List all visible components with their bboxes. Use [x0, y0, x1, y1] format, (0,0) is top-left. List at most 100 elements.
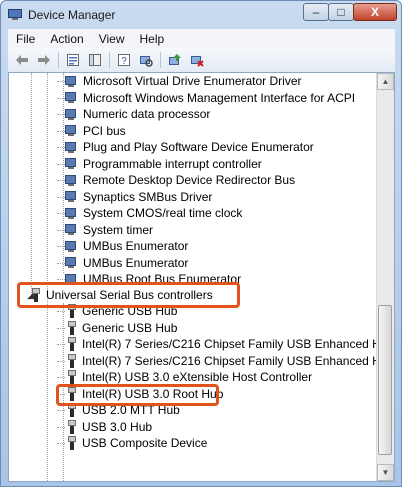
back-arrow-icon[interactable] [14, 52, 30, 68]
menu-view[interactable]: View [91, 29, 132, 48]
usb-device-icon [67, 353, 77, 368]
tree-branch-line [57, 327, 65, 329]
system-device-item[interactable]: Remote Desktop Device Redirector Bus [57, 172, 296, 188]
device-label: UMBus Enumerator [83, 255, 189, 270]
tree-branch-line [57, 180, 65, 181]
system-device-item[interactable]: PCI bus [57, 123, 126, 139]
device-label: UMBus Enumerator [83, 239, 189, 253]
system-device-icon [65, 75, 78, 88]
update-driver-icon[interactable] [167, 52, 183, 68]
system-device-icon [65, 91, 78, 104]
usb-device-item[interactable]: Intel(R) 7 Series/C216 Chipset Family US… [57, 353, 377, 369]
forward-arrow-icon[interactable] [36, 52, 52, 68]
device-tree[interactable]: Microsoft Virtual Drive Enumerator Drive… [9, 73, 377, 481]
usb-device-item[interactable]: Intel(R) 7 Series/C216 Chipset Family US… [57, 336, 377, 352]
usb-device-item[interactable]: Generic USB Hub [57, 320, 178, 336]
tree-branch-line [57, 410, 65, 411]
tree-branch-line [57, 262, 65, 264]
uninstall-icon[interactable] [189, 52, 205, 68]
tree-branch-line [57, 130, 65, 132]
system-device-item[interactable]: System timer [57, 222, 154, 238]
device-manager-window: Device Manager – □ X File Action View He… [0, 0, 402, 487]
device-label: Microsoft Virtual Drive Enumerator Drive… [83, 74, 302, 88]
tree-branch-line [57, 81, 65, 82]
system-device-icon [65, 256, 78, 269]
help-icon[interactable]: ? [116, 52, 132, 68]
tree-branch-line [57, 229, 65, 231]
menu-file[interactable]: File [8, 29, 42, 48]
tree-branch-line [57, 377, 65, 378]
system-device-item[interactable]: Microsoft Windows Management Interface f… [57, 90, 356, 106]
device-label: Plug and Play Software Device Enumerator [83, 140, 314, 154]
system-device-icon [65, 190, 78, 203]
system-device-item[interactable]: Programmable interrupt controller [57, 156, 262, 172]
system-device-icon [65, 240, 78, 253]
menu-action[interactable]: Action [42, 29, 90, 48]
system-device-item[interactable]: Microsoft Virtual Drive Enumerator Drive… [57, 73, 302, 89]
device-label: System timer [83, 222, 154, 237]
tree-guide-line [31, 73, 32, 295]
system-device-icon [65, 108, 78, 121]
properties-icon[interactable] [65, 52, 81, 68]
tree-branch-line [57, 344, 65, 345]
system-device-item[interactable]: UMBus Enumerator [57, 238, 189, 254]
system-device-icon [65, 207, 78, 220]
scroll-down-arrow-icon[interactable]: ▼ [377, 464, 394, 481]
tree-branch-line [57, 246, 65, 247]
tree-branch-line [57, 443, 65, 444]
minimize-button[interactable]: – [303, 3, 329, 21]
usb-category-highlight [17, 282, 240, 308]
tree-branch-line [57, 213, 65, 214]
system-device-item[interactable]: Numeric data processor [57, 106, 210, 122]
device-label: Intel(R) 7 Series/C216 Chipset Family US… [82, 337, 377, 351]
toolbar-separator [109, 52, 110, 68]
usb-device-item[interactable]: USB 3.0 Hub [57, 419, 153, 435]
usb-device-icon [67, 436, 77, 450]
system-device-icon [65, 174, 78, 187]
maximize-icon: □ [337, 5, 345, 19]
system-device-item[interactable]: UMBus Enumerator [57, 255, 189, 271]
scan-hardware-icon[interactable] [138, 52, 154, 68]
usb-device-item[interactable]: Intel(R) USB 3.0 eXtensible Host Control… [57, 369, 313, 385]
device-label: Generic USB Hub [82, 320, 178, 335]
close-button[interactable]: X [353, 3, 397, 21]
maximize-button[interactable]: □ [328, 3, 354, 21]
system-device-item[interactable]: System CMOS/real time clock [57, 205, 242, 221]
device-label: Intel(R) USB 3.0 eXtensible Host Control… [82, 370, 313, 384]
toolbar-separator [58, 52, 59, 68]
vertical-scrollbar[interactable]: ▲ ▼ [376, 73, 394, 481]
device-label: Synaptics SMBus Driver [83, 189, 213, 204]
system-device-item[interactable]: Plug and Play Software Device Enumerator [57, 139, 314, 155]
close-icon: X [370, 5, 379, 19]
system-device-item[interactable]: Synaptics SMBus Driver [57, 189, 213, 205]
show-hide-console-tree-icon[interactable] [87, 52, 103, 68]
device-label: Microsoft Windows Management Interface f… [83, 90, 356, 105]
tree-branch-line [57, 147, 65, 148]
usb-device-item[interactable]: USB Composite Device [57, 435, 208, 451]
menu-help[interactable]: Help [132, 29, 172, 48]
tree-branch-line [57, 163, 65, 165]
scrollbar-thumb[interactable] [378, 305, 392, 455]
device-manager-app-icon [8, 8, 22, 20]
tree-guide-line [63, 73, 64, 273]
device-label: USB 3.0 Hub [82, 419, 153, 434]
usb-device-icon [67, 419, 77, 434]
menu-bar: File Action View Help [8, 29, 395, 48]
title-bar[interactable]: Device Manager – □ X [1, 1, 401, 29]
toolbar: ? [8, 48, 395, 73]
scroll-up-arrow-icon[interactable]: ▲ [377, 73, 394, 90]
device-label: PCI bus [83, 123, 126, 138]
device-label: Intel(R) 7 Series/C216 Chipset Family US… [82, 353, 377, 368]
device-label: USB Composite Device [82, 436, 208, 450]
tree-branch-line [57, 311, 65, 312]
tree-branch-line [57, 114, 65, 115]
minimize-icon: – [312, 5, 320, 19]
device-label: Remote Desktop Device Redirector Bus [83, 173, 296, 187]
system-device-icon [65, 157, 78, 170]
system-device-icon [65, 124, 78, 137]
usb-device-icon [67, 370, 77, 384]
toolbar-separator [160, 52, 161, 68]
tree-branch-line [57, 196, 65, 198]
tree-branch-line [57, 426, 65, 428]
usb-device-icon [67, 337, 77, 351]
